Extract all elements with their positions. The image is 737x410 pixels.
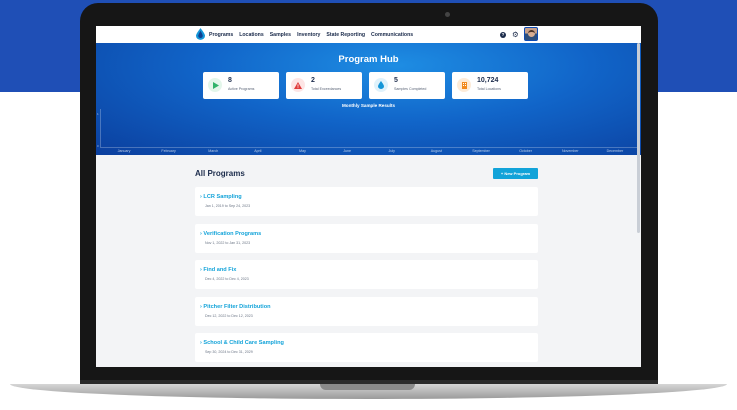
program-date-range: Dec 12, 2022 to Dec 12, 2023 — [205, 313, 253, 318]
x-tick-label: August — [430, 149, 442, 153]
chart-x-tick-labels: January February March April May June July Augu… — [102, 149, 637, 153]
program-name: Find and Fix — [203, 267, 237, 273]
stat-value: 5 — [394, 77, 398, 84]
program-name-link[interactable]: › School & Child Care Sampling — [200, 340, 284, 346]
stat-label: Total Locations — [477, 87, 501, 91]
chart-x-axis — [100, 147, 637, 148]
chart-title: Monthly Sample Results — [341, 103, 396, 108]
stat-label: Samples Completed — [394, 87, 427, 91]
x-tick-label: October — [519, 149, 533, 153]
warning-icon — [291, 78, 305, 92]
help-icon[interactable]: ? — [500, 32, 506, 38]
x-tick-label: December — [606, 149, 624, 153]
building-icon — [457, 78, 471, 92]
chart-y-axis — [100, 109, 101, 147]
program-name: LCR Sampling — [203, 194, 242, 200]
nav-item-communications[interactable]: Communications — [371, 32, 413, 38]
stat-card-active-programs: 8 Active Programs — [203, 72, 279, 99]
x-tick-label: February — [161, 149, 176, 153]
x-tick-label: April — [254, 149, 262, 153]
nav-item-locations[interactable]: Locations — [239, 32, 264, 38]
nav-item-inventory[interactable]: Inventory — [297, 32, 320, 38]
laptop-notch — [320, 384, 415, 390]
program-date-range: Jan 1, 2019 to Sep 24, 2023 — [205, 204, 251, 208]
x-tick-label: January — [117, 149, 131, 153]
top-nav: Programs Locations Samples Inventory State R… — [96, 26, 641, 43]
gear-icon[interactable]: ⚙ — [512, 30, 519, 39]
program-card[interactable]: › Find and Fix Dec 4, 2022 to Dec 4, 2023 — [195, 260, 538, 289]
program-name-link[interactable]: › Verification Programs — [200, 231, 261, 237]
program-date-range: Sep 30, 2024 to Dec 31, 2029 — [205, 350, 253, 354]
program-name: Verification Programs — [203, 230, 262, 237]
program-card[interactable]: › Verification Programs Nov 1, 2022 to Ja… — [195, 223, 538, 253]
page-title: Program Hub — [338, 54, 399, 65]
section-title: All Programs — [195, 169, 245, 178]
new-program-button[interactable]: + New Program — [493, 168, 538, 179]
program-name-link[interactable]: › Find and Fix — [200, 267, 236, 273]
x-tick-label: May — [299, 149, 306, 153]
stat-label: Active Programs — [228, 87, 255, 91]
nav-item-state-reporting[interactable]: State Reporting — [326, 32, 365, 38]
scrollbar[interactable] — [637, 43, 640, 233]
stat-card-samples-completed: 5 Samples Completed — [369, 72, 445, 99]
program-card[interactable]: › School & Child Care Sampling Sep 30, 20… — [195, 333, 538, 362]
program-name: School & Child Care Sampling — [203, 340, 284, 346]
program-hub-hero: Program Hub 8 Active Programs 2 Total Ex… — [96, 43, 641, 155]
program-date-range: Nov 1, 2022 to Jan 31, 2023 — [205, 240, 251, 245]
program-card[interactable]: › LCR Sampling Jan 1, 2019 to Sep 24, 202… — [195, 187, 538, 216]
droplet-logo-icon[interactable] — [196, 28, 205, 40]
x-tick-label: July — [388, 149, 395, 153]
x-tick-label: June — [343, 149, 352, 153]
program-name: Pitcher Filter Distribution — [203, 303, 271, 310]
program-card[interactable]: › Pitcher Filter Distribution Dec 12, 202… — [195, 296, 538, 326]
camera-icon — [445, 12, 450, 17]
user-avatar[interactable] — [524, 27, 538, 41]
stat-label: Total Exceedances — [311, 87, 342, 91]
play-icon — [208, 78, 222, 92]
avatar-face — [528, 30, 535, 37]
program-name-link[interactable]: › Pitcher Filter Distribution — [200, 304, 271, 310]
stat-card-total-exceedances: 2 Total Exceedances — [286, 72, 362, 99]
droplet-icon — [374, 78, 388, 92]
stat-card-total-locations: 10,724 Total Locations — [452, 72, 528, 99]
y-tick-label: 1 — [97, 112, 99, 116]
stat-value: 8 — [228, 77, 232, 84]
program-date-range: Dec 4, 2022 to Dec 4, 2023 — [205, 277, 249, 281]
x-tick-label: September — [472, 149, 490, 153]
app-screen: Programs Locations Samples Inventory State R… — [96, 26, 641, 367]
y-tick-label: 0 — [97, 144, 99, 148]
nav-menu: Programs Locations Samples Inventory State R… — [209, 26, 413, 43]
x-tick-label: March — [208, 149, 219, 153]
program-name-link[interactable]: › LCR Sampling — [200, 194, 242, 200]
x-tick-label: November — [561, 149, 579, 153]
stat-value: 10,724 — [477, 77, 499, 84]
nav-item-samples[interactable]: Samples — [270, 32, 291, 38]
stat-value: 2 — [311, 77, 315, 84]
nav-item-programs[interactable]: Programs — [209, 32, 233, 38]
